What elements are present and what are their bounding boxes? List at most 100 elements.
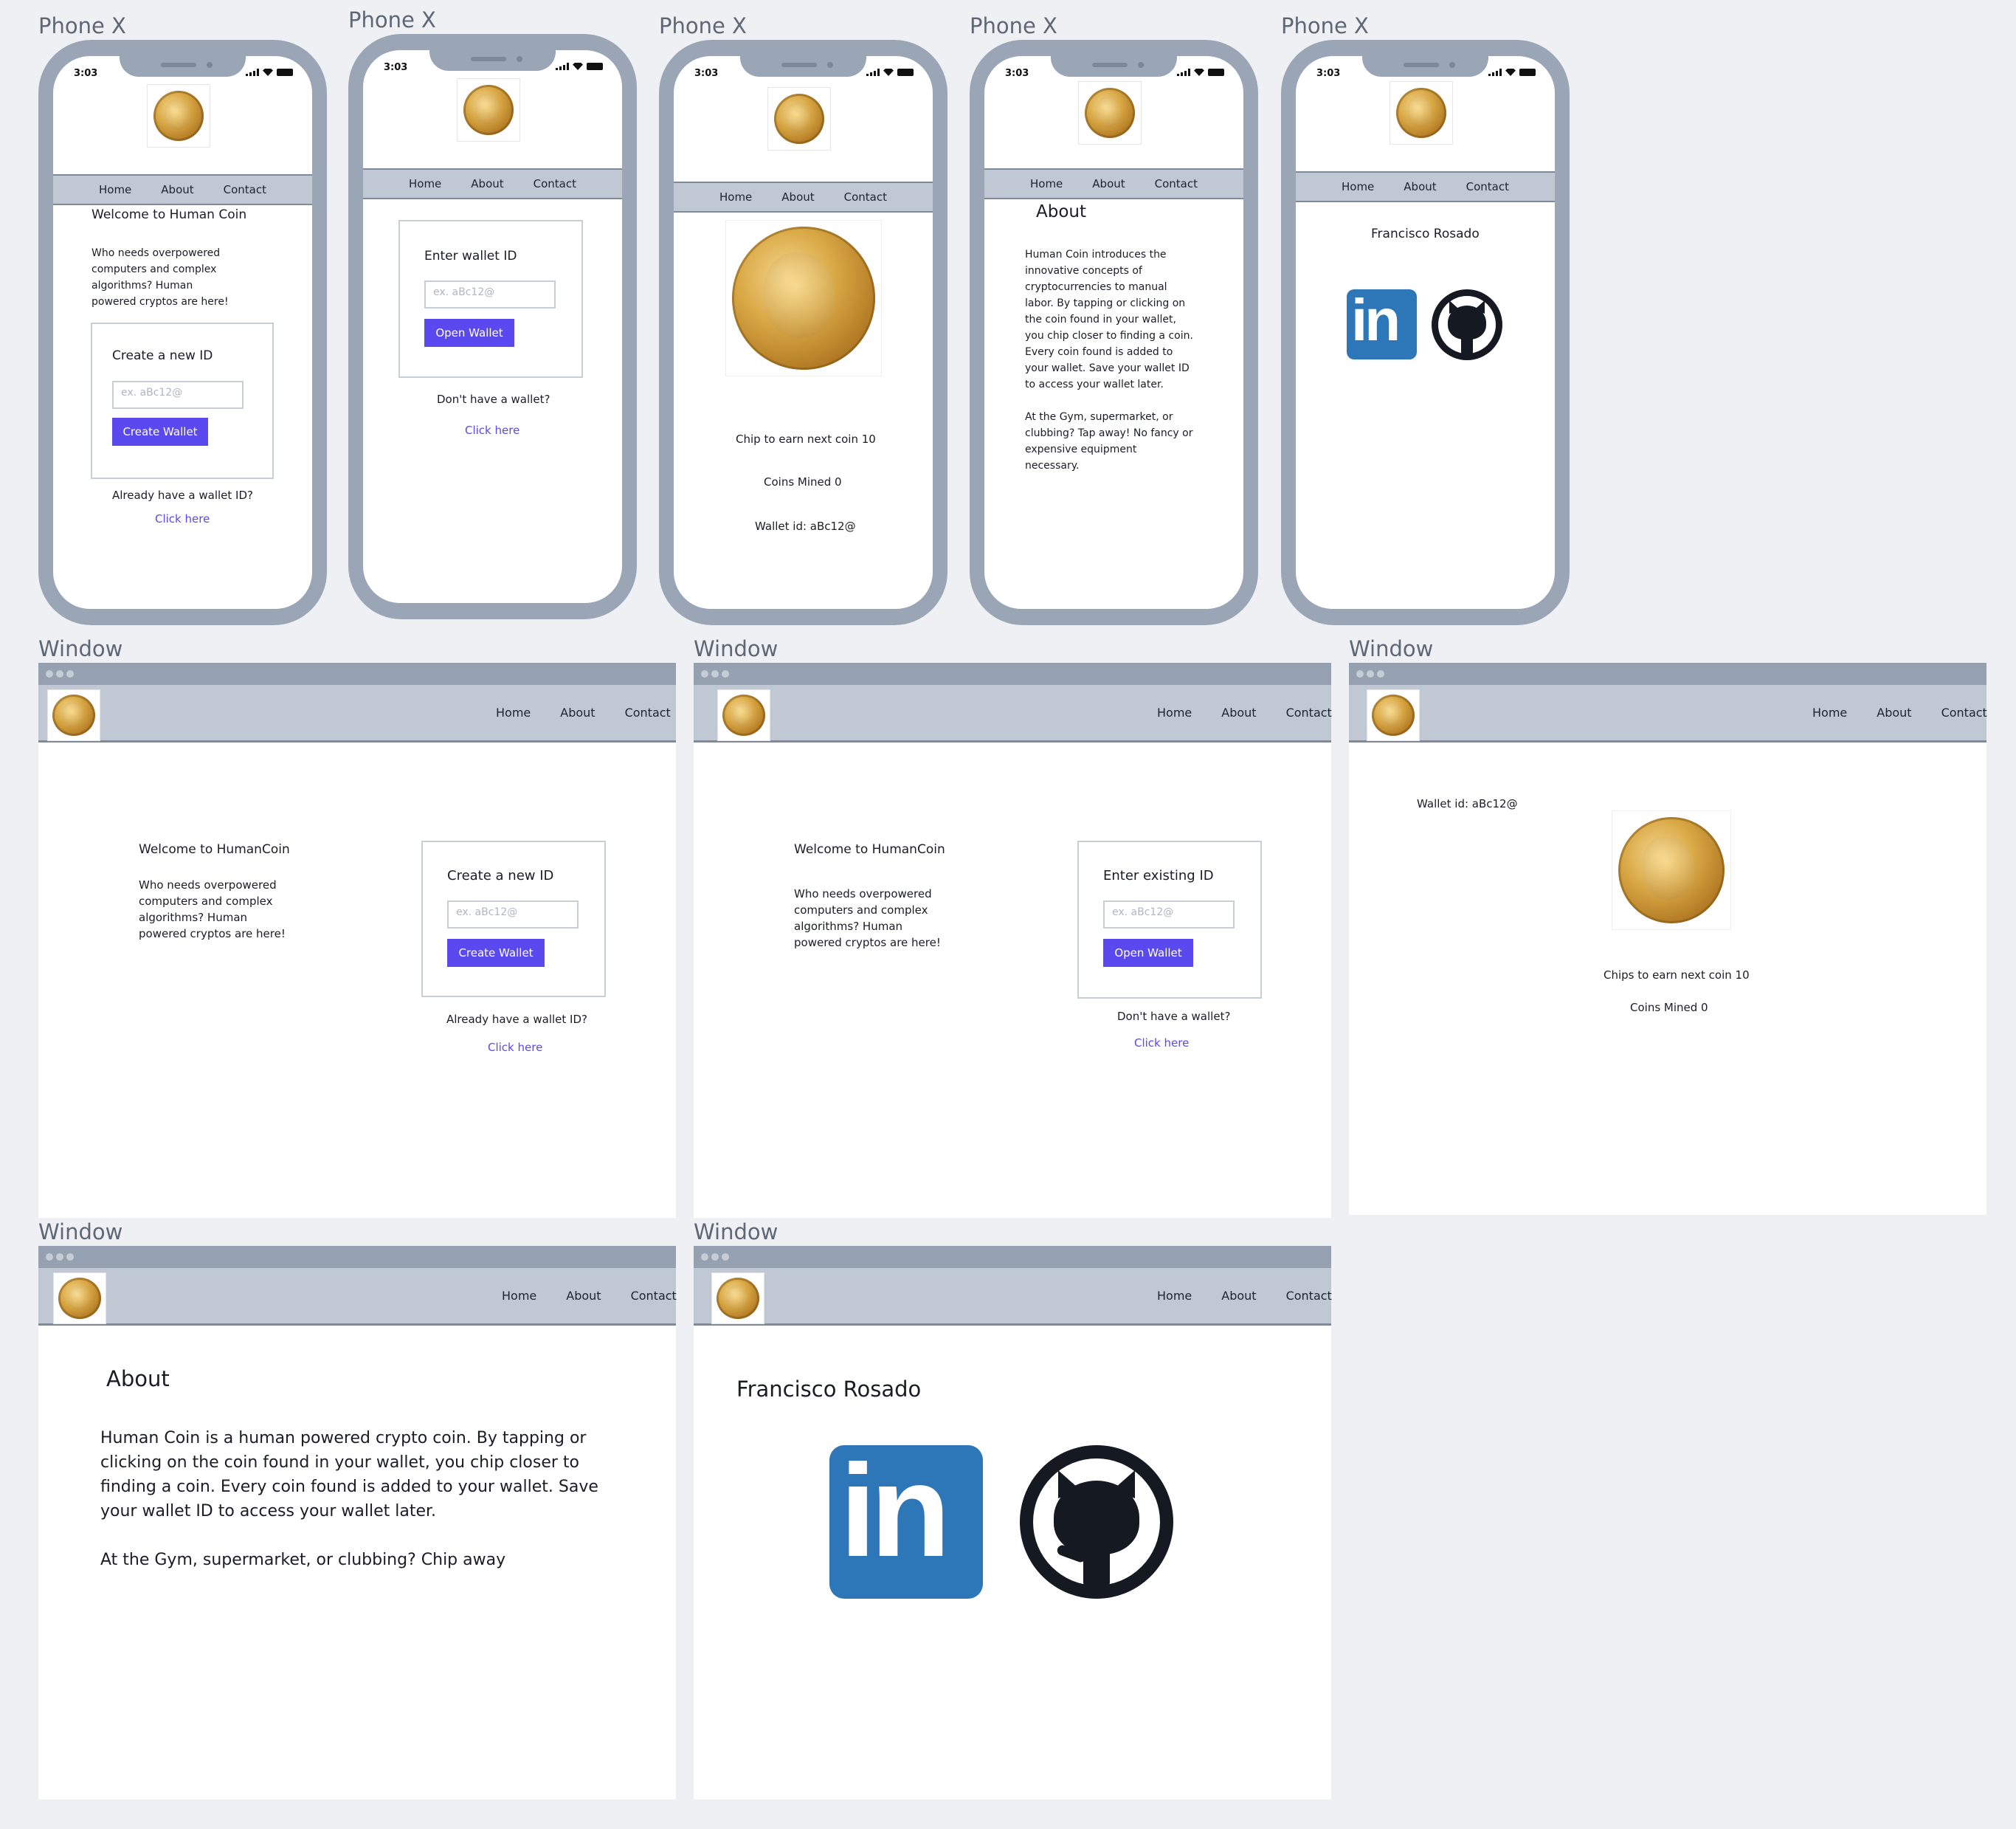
wallet-id-input[interactable]: ex. aBc12@ [424,280,556,309]
nav-contact[interactable]: Contact [224,183,266,196]
wifi-icon [883,69,894,76]
window-controls[interactable] [1356,670,1384,678]
intro-text: Who needs overpowered computers and compl… [794,887,941,949]
phone-frame-open: 3:03 Home About Contact Enter wallet ID … [348,34,637,619]
window-controls[interactable] [701,670,729,678]
open-wallet-title: Enter existing ID [1103,868,1214,884]
welcome-title: Welcome to Human Coin [92,207,247,222]
frame-label: Window [38,636,123,661]
window-create: Home About Contact Welcome to HumanCoin … [38,663,676,1218]
frame-label: Phone X [1281,13,1369,38]
nav-about[interactable]: About [1221,706,1256,720]
signal-icon [556,63,569,70]
wallet-id-display: Wallet id: aBc12@ [755,520,856,533]
nav-home[interactable]: Home [719,190,752,204]
about-text: Human Coin is a human powered crypto coi… [100,1429,598,1569]
nav-about[interactable]: About [1404,180,1436,193]
nav-home[interactable]: Home [502,1289,536,1303]
window-controls[interactable] [46,670,74,678]
nav-home[interactable]: Home [1157,1289,1192,1303]
coin-logo-icon[interactable] [47,689,100,741]
mine-coin-icon[interactable] [725,220,882,376]
nav-contact[interactable]: Contact [1466,180,1509,193]
nav-contact[interactable]: Contact [625,706,671,720]
nav-contact[interactable]: Contact [1155,177,1198,190]
create-wallet-button[interactable]: Create Wallet [447,939,545,967]
coin-logo-icon[interactable] [717,689,770,741]
click-here-link[interactable]: Click here [488,1041,542,1054]
coin-logo-icon[interactable] [457,78,520,142]
nav-home[interactable]: Home [496,706,531,720]
frame-label: Phone X [970,13,1057,38]
coin-logo-icon[interactable] [1078,81,1142,145]
coin-logo-icon[interactable] [53,1272,106,1324]
nav-about[interactable]: About [781,190,814,204]
github-icon[interactable] [1432,289,1502,360]
linkedin-icon[interactable]: in [829,1437,983,1599]
welcome-title: Welcome to HumanCoin [139,842,290,857]
nav-about[interactable]: About [471,177,503,190]
nav-about[interactable]: About [560,706,595,720]
coin-logo-icon[interactable] [711,1272,764,1324]
coins-mined: Coins Mined 0 [1630,1001,1708,1014]
frame-label: Phone X [659,13,747,38]
battery-icon [1519,69,1536,76]
window-open: Home About Contact Welcome to HumanCoin … [694,663,1332,1218]
github-icon[interactable] [1020,1445,1173,1599]
click-here-link[interactable]: Click here [465,424,519,437]
welcome-title: Welcome to HumanCoin [794,842,945,857]
wifi-icon [263,69,273,76]
coin-logo-icon[interactable] [1367,689,1420,741]
nav-home[interactable]: Home [1157,706,1192,720]
nav-contact[interactable]: Contact [1286,706,1332,720]
nav-contact[interactable]: Contact [534,177,576,190]
nav-home[interactable]: Home [1030,177,1063,190]
wallet-id-input[interactable]: ex. aBc12@ [112,381,244,409]
battery-icon [1208,69,1224,76]
nav-contact[interactable]: Contact [631,1289,677,1303]
nav-contact[interactable]: Contact [1941,706,1987,720]
coin-logo-icon[interactable] [1390,81,1453,145]
nav-about[interactable]: About [161,183,193,196]
wallet-id-input[interactable]: ex. aBc12@ [447,900,579,929]
mine-coin-icon[interactable] [1612,810,1731,930]
phone-frame-about: 3:03 Home About Contact About Human Coin… [970,40,1258,625]
nav-contact[interactable]: Contact [844,190,887,204]
create-wallet-button[interactable]: Create Wallet [112,418,208,446]
nav-home[interactable]: Home [1342,180,1374,193]
wifi-icon [1194,69,1204,76]
open-wallet-button[interactable]: Open Wallet [1103,939,1193,967]
nav-home[interactable]: Home [1812,706,1847,720]
coin-logo-icon[interactable] [147,84,210,148]
window-contact: Home About Contact Francisco Rosado in [694,1246,1332,1799]
about-title: About [106,1366,170,1391]
window-controls[interactable] [701,1253,729,1261]
status-time: 3:03 [1005,68,1029,79]
contact-name: Francisco Rosado [1371,227,1480,241]
coin-logo-icon[interactable] [767,87,831,151]
wifi-icon [573,63,583,70]
signal-icon [866,69,880,76]
open-wallet-button[interactable]: Open Wallet [424,319,514,347]
nav-about[interactable]: About [1092,177,1125,190]
about-title: About [1036,202,1087,221]
nav-bar: Home About Contact [1296,171,1555,202]
nav-about[interactable]: About [1221,1289,1256,1303]
nav-home[interactable]: Home [99,183,131,196]
status-time: 3:03 [1316,68,1341,79]
window-controls[interactable] [46,1253,74,1261]
wallet-id-input[interactable]: ex. aBc12@ [1103,900,1235,929]
wallet-id-display: Wallet id: aBc12@ [1417,797,1518,810]
click-here-link[interactable]: Click here [155,512,210,526]
nav-contact[interactable]: Contact [1286,1289,1332,1303]
battery-icon [587,63,603,70]
contact-name: Francisco Rosado [736,1377,922,1402]
linkedin-icon[interactable]: in [1347,287,1417,359]
battery-icon [277,69,293,76]
nav-about[interactable]: About [1877,706,1911,720]
no-wallet-prompt: Don't have a wallet? [1117,1010,1231,1023]
click-here-link[interactable]: Click here [1134,1036,1189,1050]
nav-about[interactable]: About [566,1289,601,1303]
signal-icon [1488,69,1502,76]
nav-home[interactable]: Home [409,177,441,190]
